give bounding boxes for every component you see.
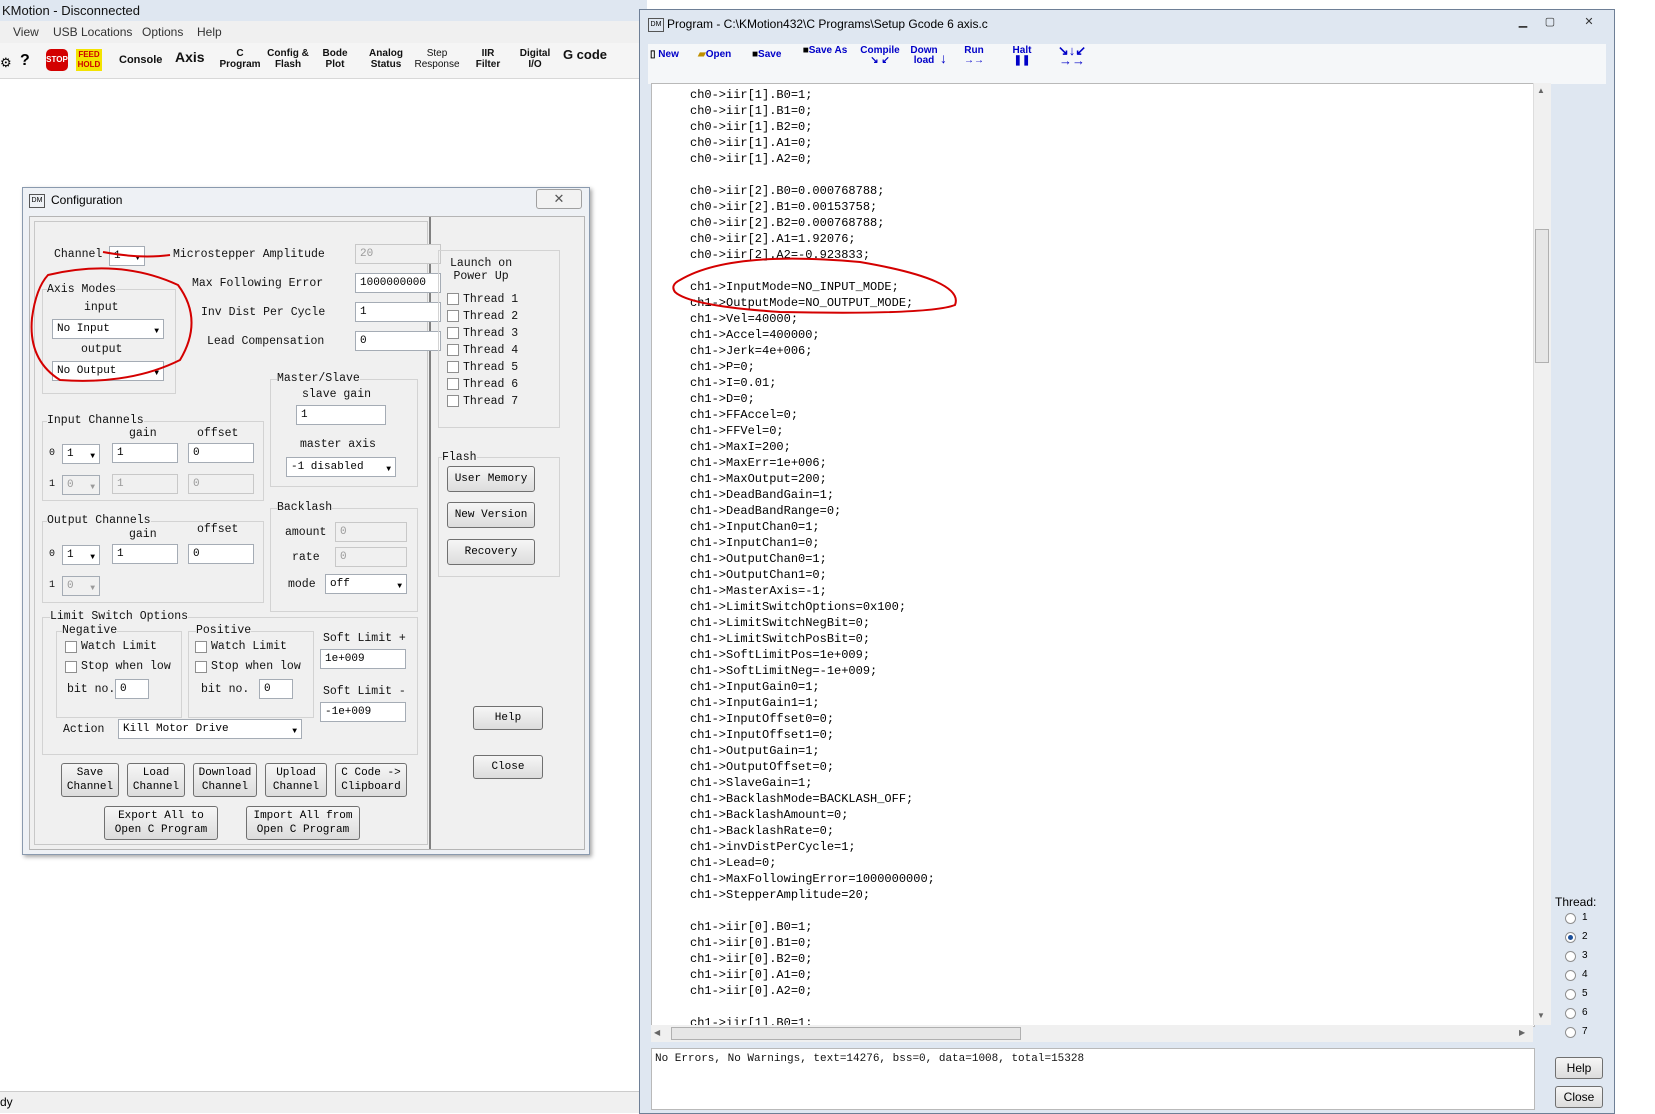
input-output-mode-circle-annotation — [672, 257, 957, 314]
channel-underline-annotation — [102, 251, 171, 258]
annotation-overlay — [30, 251, 957, 382]
axis-modes-circle-annotation — [30, 267, 193, 382]
